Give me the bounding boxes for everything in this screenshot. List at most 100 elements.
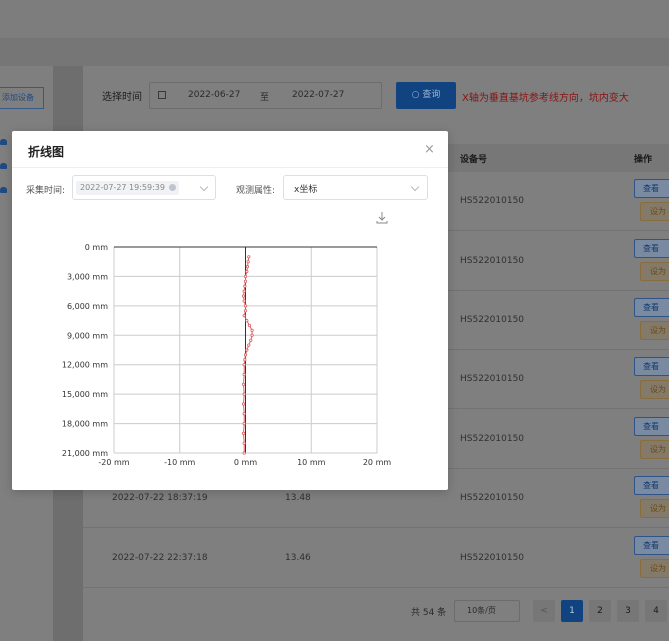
data-point — [243, 353, 248, 357]
top-header — [0, 0, 669, 38]
y-tick-label: 18,000 mm — [62, 420, 108, 429]
tag-close-icon[interactable] — [168, 184, 176, 191]
view-button[interactable]: 查看 — [634, 298, 669, 317]
cell-value: 13.48 — [285, 493, 311, 503]
set-button[interactable]: 设为 — [640, 262, 669, 281]
observe-attr-select[interactable]: x坐标 — [283, 175, 428, 200]
data-point — [245, 348, 249, 352]
cell-time: 2022-07-22 18:37:19 — [112, 493, 208, 503]
x-tick-label: 20 mm — [363, 458, 392, 467]
data-point — [242, 421, 246, 426]
header-device: 设备号 — [460, 155, 488, 165]
view-button[interactable]: 查看 — [634, 179, 669, 198]
y-tick-label: 9,000 mm — [67, 331, 108, 340]
data-point — [242, 412, 246, 416]
data-point — [245, 318, 249, 323]
data-point — [242, 363, 246, 367]
page-size-select[interactable]: 10条/页 — [454, 600, 520, 622]
y-tick-label: 15,000 mm — [62, 390, 108, 399]
data-point — [247, 255, 251, 259]
calendar-icon — [158, 91, 166, 99]
end-date[interactable]: 2022-07-27 — [292, 90, 344, 100]
data-point — [250, 333, 254, 337]
set-button[interactable]: 设为 — [640, 380, 669, 399]
y-tick-label: 12,000 mm — [62, 361, 108, 370]
data-point — [243, 279, 248, 283]
close-icon[interactable]: × — [424, 142, 435, 157]
cell-device: HS522010150 — [460, 553, 525, 563]
cell-value: 13.46 — [285, 553, 311, 563]
cell-time: 2022-07-22 22:37:18 — [112, 553, 208, 563]
axis-notice: X轴为垂直基坑参考线方向，坑内变大 — [462, 93, 629, 104]
data-point — [243, 309, 248, 313]
x-tick-label: 10 mm — [297, 458, 326, 467]
add-device-button[interactable]: 添加设备 — [0, 87, 44, 109]
set-button[interactable]: 设为 — [640, 202, 669, 221]
set-button[interactable]: 设为 — [640, 499, 669, 518]
page-button[interactable]: 4 — [645, 600, 667, 622]
data-point — [242, 372, 246, 377]
set-button[interactable]: 设为 — [640, 321, 669, 340]
set-button[interactable]: 设为 — [640, 440, 669, 459]
page-size-value: 10条/页 — [467, 606, 496, 615]
data-point — [243, 274, 248, 279]
search-icon: ○ — [411, 90, 423, 100]
page-button[interactable]: 3 — [617, 600, 639, 622]
table-row: 2022-07-22 22:37:18 13.46 HS522010150 查看设为 — [83, 529, 669, 588]
collect-time-tag: 2022-07-27 19:59:39 — [76, 181, 179, 195]
data-point — [242, 441, 246, 445]
data-point — [242, 314, 246, 318]
data-point — [247, 323, 252, 328]
line-chart-dialog: 折线图 × 采集时间: 2022-07-27 19:59:39 观测属性: x坐… — [12, 131, 448, 490]
view-button[interactable]: 查看 — [634, 357, 669, 376]
x-tick-label: -20 mm — [98, 458, 129, 467]
data-point — [242, 451, 246, 455]
set-button[interactable]: 设为 — [640, 559, 669, 578]
cell-device: HS522010150 — [460, 374, 525, 384]
sub-header — [0, 38, 669, 66]
page-button[interactable]: 1 — [561, 600, 583, 622]
data-point — [243, 358, 247, 362]
data-point — [241, 402, 246, 406]
data-point — [245, 265, 250, 269]
y-tick-label: 21,000 mm — [62, 449, 108, 458]
view-button[interactable]: 查看 — [634, 536, 669, 555]
data-point — [246, 260, 250, 264]
x-tick-label: -10 mm — [164, 458, 195, 467]
observe-attr-label: 观测属性: — [236, 186, 276, 196]
prev-page-button[interactable]: < — [533, 600, 555, 622]
download-icon[interactable] — [375, 211, 389, 225]
data-point — [250, 328, 254, 332]
data-point — [243, 304, 248, 308]
data-point — [241, 382, 246, 386]
cell-device: HS522010150 — [460, 493, 525, 503]
page-button[interactable]: 2 — [589, 600, 611, 622]
y-tick-label: 3,000 mm — [67, 272, 108, 281]
data-point — [241, 294, 246, 298]
collect-time-value: 2022-07-27 19:59:39 — [80, 183, 165, 192]
query-button[interactable]: ○ 查询 — [396, 82, 456, 109]
view-button[interactable]: 查看 — [634, 476, 669, 495]
start-date[interactable]: 2022-06-27 — [188, 90, 240, 100]
chevron-down-icon — [199, 182, 209, 192]
view-button[interactable]: 查看 — [634, 417, 669, 436]
dialog-title: 折线图 — [28, 145, 65, 159]
data-point — [242, 392, 246, 396]
view-button[interactable]: 查看 — [634, 239, 669, 258]
date-separator: 至 — [260, 93, 270, 103]
date-range-picker[interactable]: 2022-06-27 至 2022-07-27 — [149, 82, 382, 109]
query-label: 查询 — [422, 90, 441, 100]
y-tick-label: 0 mm — [85, 243, 108, 252]
total-count: 共 54 条 — [411, 608, 447, 618]
data-point — [247, 343, 251, 347]
y-tick-label: 6,000 mm — [67, 302, 108, 311]
dialog-divider — [12, 167, 448, 168]
data-point — [243, 284, 247, 288]
line-chart: 0 mm 3,000 mm 6,000 mm 9,000 mm 12,000 mm 15,… — [62, 243, 392, 467]
data-point — [242, 289, 246, 293]
data-point — [242, 299, 246, 303]
data-point — [245, 269, 249, 274]
cell-device: HS522010150 — [460, 196, 525, 206]
observe-attr-value: x坐标 — [294, 185, 318, 195]
collect-time-select[interactable]: 2022-07-27 19:59:39 — [72, 175, 216, 200]
